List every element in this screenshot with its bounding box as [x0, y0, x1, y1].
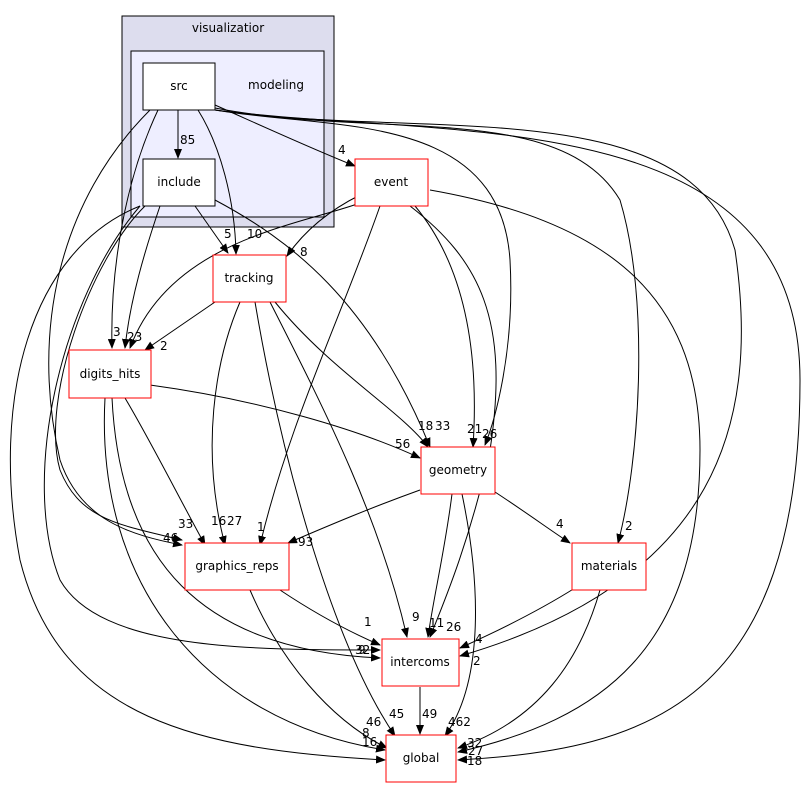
- edge-label-materials-intercoms[interactable]: 4: [475, 632, 483, 646]
- edge-tracking-digits: [144, 301, 216, 351]
- edge-label-src-event[interactable]: 4: [338, 143, 346, 157]
- edge-label-tracking-global[interactable]: 45: [389, 707, 404, 721]
- edge-label-graphics-intercoms[interactable]: 1: [364, 615, 372, 629]
- node-src-label: src: [170, 79, 188, 93]
- node-graphics-reps-label: graphics_reps: [195, 559, 278, 573]
- node-event-label: event: [374, 175, 408, 189]
- edge-label-src-include[interactable]: 85: [180, 133, 195, 147]
- edge-materials-global: [457, 589, 601, 749]
- edge-label-digits-intercoms[interactable]: 9: [358, 643, 366, 657]
- node-tracking[interactable]: tracking: [212, 254, 287, 303]
- node-geometry-label: geometry: [429, 463, 487, 477]
- edge-label-src-digits[interactable]: 3: [113, 325, 121, 339]
- node-materials[interactable]: materials: [571, 542, 647, 591]
- edge-label-src-tracking[interactable]: 10: [247, 227, 262, 241]
- edge-label-geometry-global[interactable]: 462: [448, 715, 471, 729]
- edge-label-include-digits[interactable]: 23: [127, 330, 142, 344]
- edge-tracking-global: [254, 301, 396, 737]
- edge-label-include-graphics[interactable]: 33: [178, 517, 193, 531]
- cluster-modeling-label: modeling: [248, 78, 304, 92]
- edge-geometry-global: [444, 493, 476, 737]
- node-geometry[interactable]: geometry: [420, 446, 496, 495]
- edge-tracking-graphics: [211, 301, 241, 546]
- edge-tracking-geometry: [274, 301, 429, 448]
- edge-label-include-tracking[interactable]: 5: [224, 227, 232, 241]
- edge-label-src-geometry[interactable]: 26: [482, 427, 497, 441]
- node-tracking-label: tracking: [224, 271, 273, 285]
- edge-label-tracking-digits[interactable]: 2: [160, 339, 168, 353]
- node-include-label: include: [157, 175, 200, 189]
- edge-label-graphics-global[interactable]: 8: [362, 726, 370, 740]
- edge-label-src-graphics[interactable]: 46: [163, 531, 178, 545]
- node-event[interactable]: event: [354, 158, 429, 207]
- dependency-graph: visualizatior modeling 85 4 10 3 46 26 2…: [9, 15, 801, 783]
- node-materials-label: materials: [581, 559, 637, 573]
- node-digits-hits[interactable]: digits_hits: [68, 349, 152, 399]
- edge-label-geometry-graphics[interactable]: 93: [298, 535, 313, 549]
- edge-label-digits-geometry[interactable]: 56: [395, 437, 410, 451]
- edge-label-src-intercoms[interactable]: 26: [446, 620, 461, 634]
- node-global[interactable]: global: [385, 734, 457, 783]
- cluster-visualization-label: visualizatior: [192, 21, 264, 35]
- node-intercoms-label: intercoms: [390, 655, 450, 669]
- edge-label-event-geometry[interactable]: 21: [467, 422, 482, 436]
- node-global-label: global: [403, 751, 440, 765]
- edge-label-digits-graphics[interactable]: 16: [211, 514, 226, 528]
- edge-label-src-materials[interactable]: 2: [625, 519, 633, 533]
- edge-label-materials-global[interactable]: 32: [467, 736, 482, 750]
- edge-labels: 85 4 10 3 46 26 2 26 18 5 23 33 33 32 16…: [113, 133, 633, 768]
- edge-label-include-intercoms-2[interactable]: 2: [473, 654, 481, 668]
- node-graphics-reps[interactable]: graphics_reps: [184, 542, 290, 591]
- edge-label-intercoms-global[interactable]: 49: [422, 707, 437, 721]
- edge-label-include-geometry[interactable]: 33: [435, 419, 450, 433]
- edge-label-event-intercoms[interactable]: 11: [429, 616, 444, 630]
- edge-label-event-tracking[interactable]: 8: [300, 245, 308, 259]
- node-digits-hits-label: digits_hits: [80, 367, 141, 381]
- node-src[interactable]: src: [142, 62, 216, 111]
- edge-label-tracking-intercoms[interactable]: 9: [412, 610, 420, 624]
- edge-digits-intercoms: [111, 397, 381, 662]
- edge-label-tracking-geometry[interactable]: 18: [418, 419, 433, 433]
- node-intercoms[interactable]: intercoms: [381, 638, 460, 687]
- edge-label-event-graphics[interactable]: 1: [257, 520, 265, 534]
- edge-label-geometry-materials[interactable]: 4: [556, 517, 564, 531]
- node-include[interactable]: include: [142, 158, 216, 207]
- edge-label-tracking-graphics[interactable]: 27: [227, 514, 242, 528]
- edge-event-geometry: [414, 205, 478, 448]
